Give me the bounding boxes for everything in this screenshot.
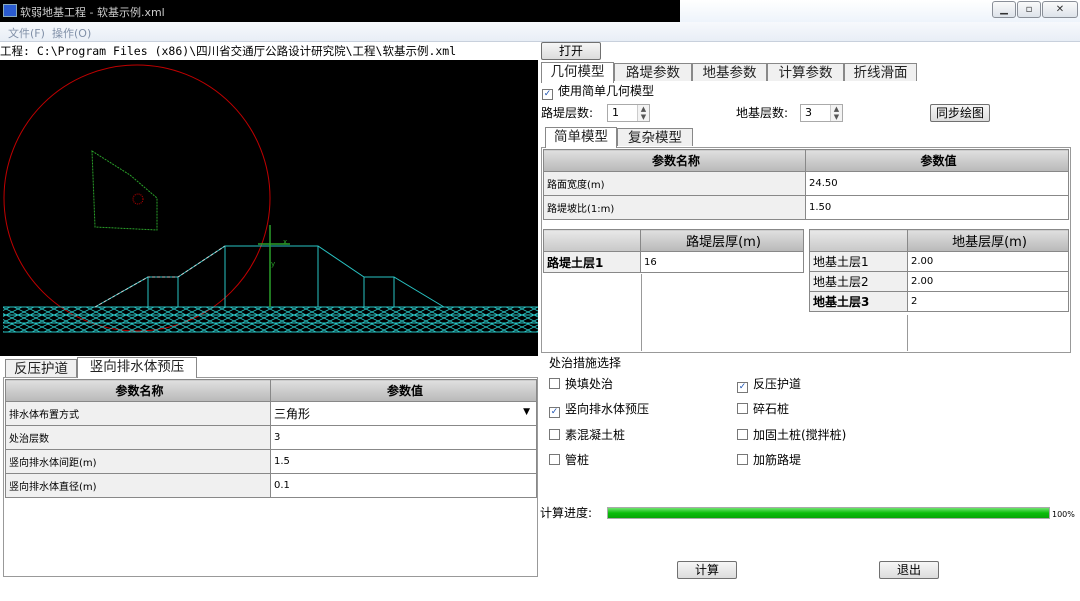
checkbox-checked-icon: ✓ xyxy=(542,89,553,100)
tab-embankment[interactable]: 路堤参数 xyxy=(614,63,692,81)
measure-checkbox-7[interactable]: 加筋路堤 xyxy=(737,453,801,467)
table-row: 地基土层3 2 xyxy=(809,291,1069,312)
title-bar: 软弱地基工程 - 软基示例.xml xyxy=(0,0,680,22)
spinner-arrows-icon[interactable]: ▲ ▼ xyxy=(830,105,842,121)
table-row: 竖向排水体直径(m) 0.1 xyxy=(5,473,537,498)
window-title: 软弱地基工程 - 软基示例.xml xyxy=(20,6,165,19)
checkbox-icon xyxy=(549,378,560,389)
measures-title: 处治措施选择 xyxy=(549,356,622,370)
checkbox-checked-icon: ✓ xyxy=(549,407,560,418)
col-param-value: 参数值 xyxy=(805,149,1069,172)
foundation-layers-label: 地基层数: xyxy=(736,106,789,120)
table-row: 路堤土层1 16 xyxy=(543,251,804,273)
table-row: 地基土层2 2.00 xyxy=(809,271,1069,292)
tab-calc[interactable]: 计算参数 xyxy=(767,63,844,81)
measure-checkbox-2[interactable]: ✓ 竖向排水体预压 xyxy=(549,402,649,418)
table-row: 排水体布置方式 三角形 ▼ xyxy=(5,401,537,426)
measure-checkbox-0[interactable]: 换填处治 xyxy=(549,377,613,391)
drain-layout-select[interactable]: 三角形 ▼ xyxy=(270,401,537,426)
foundation-layer-header: 地基层厚(m) xyxy=(907,229,1069,252)
tab-foundation[interactable]: 地基参数 xyxy=(692,63,767,81)
tab-complex-model[interactable]: 复杂模型 xyxy=(617,128,693,146)
use-simple-model-checkbox[interactable]: ✓ 使用简单几何模型 xyxy=(542,84,654,100)
menu-operate[interactable]: 操作(O) xyxy=(52,25,91,41)
table-row: 处治层数 3 xyxy=(5,425,537,450)
chevron-down-icon[interactable]: ▼ xyxy=(523,407,530,417)
tab-polyline[interactable]: 折线滑面 xyxy=(844,63,917,81)
foundation-layers xyxy=(3,307,538,332)
col-param-name: 参数名称 xyxy=(5,379,271,402)
progress-percent: 100% xyxy=(1052,510,1075,519)
embank-layers-label: 路堤层数: xyxy=(541,106,594,120)
foundation-layers-table: 地基层厚(m) 地基土层1 2.00 地基土层2 2.00 地基土层3 2 xyxy=(809,229,1069,312)
measure-checkbox-6[interactable]: 管桩 xyxy=(549,453,589,467)
checkbox-icon xyxy=(549,429,560,440)
checkbox-checked-icon: ✓ xyxy=(737,382,748,393)
table-row: 竖向排水体间距(m) 1.5 xyxy=(5,449,537,474)
geometry-canvas[interactable]: x y xyxy=(0,60,538,356)
spinner-arrows-icon[interactable]: ▲ ▼ xyxy=(637,105,649,121)
col-param-value: 参数值 xyxy=(270,379,537,402)
circle-center xyxy=(132,193,144,205)
maximize-button[interactable]: ▫ xyxy=(1017,1,1041,18)
table-row: 路堤坡比(1:m) 1.50 xyxy=(543,195,1069,220)
embank-layers-spinner[interactable]: 1 ▲ ▼ xyxy=(607,104,650,122)
simple-params-table: 参数名称 参数值 路面宽度(m) 24.50 路堤坡比(1:m) 1.50 xyxy=(543,149,1069,220)
y-axis-label: y xyxy=(271,260,275,268)
app-icon xyxy=(3,4,17,17)
open-button[interactable]: 打开 xyxy=(541,42,601,60)
menu-bar: 文件(F) 操作(O) xyxy=(0,22,1080,42)
geometry-drawing: x y xyxy=(3,64,538,333)
table-row: 地基土层1 2.00 xyxy=(809,251,1069,272)
col-param-name: 参数名称 xyxy=(543,149,806,172)
progress-fill xyxy=(608,508,1049,518)
tab-counter-pressure[interactable]: 反压护道 xyxy=(5,359,77,377)
measure-checkbox-3[interactable]: 碎石桩 xyxy=(737,402,789,416)
measure-checkbox-1[interactable]: ✓ 反压护道 xyxy=(737,377,801,393)
x-axis-label: x xyxy=(283,238,287,246)
table-row: 路面宽度(m) 24.50 xyxy=(543,171,1069,196)
progress-bar xyxy=(607,507,1050,519)
sync-draw-button[interactable]: 同步绘图 xyxy=(930,104,990,122)
minimize-button[interactable]: ▁ xyxy=(992,1,1016,18)
measure-checkbox-5[interactable]: 加固土桩(搅拌桩) xyxy=(737,428,846,442)
close-button[interactable]: ✕ xyxy=(1042,1,1078,18)
compute-button[interactable]: 计算 xyxy=(677,561,737,579)
exit-button[interactable]: 退出 xyxy=(879,561,939,579)
progress-label: 计算进度: xyxy=(540,506,593,520)
measure-checkbox-4[interactable]: 素混凝土桩 xyxy=(549,428,625,442)
embank-layer-header: 路堤层厚(m) xyxy=(640,229,804,252)
tab-simple-model[interactable]: 简单模型 xyxy=(545,127,617,148)
tab-geometry[interactable]: 几何模型 xyxy=(541,62,614,83)
checkbox-icon xyxy=(737,403,748,414)
checkbox-icon xyxy=(549,454,560,465)
menu-file[interactable]: 文件(F) xyxy=(8,25,45,41)
project-path-value: C:\Program Files (x86)\四川省交通厅公路设计研究院\工程\… xyxy=(36,44,457,58)
project-label: 工程: xyxy=(0,44,30,58)
project-path-row: 工程: C:\Program Files (x86)\四川省交通厅公路设计研究院… xyxy=(0,42,538,60)
tab-vertical-drain[interactable]: 竖向排水体预压 xyxy=(77,357,197,378)
embank-layers-table: 路堤层厚(m) 路堤土层1 16 xyxy=(543,229,804,273)
title-bar-controls: ▁ ▫ ✕ xyxy=(680,0,1080,22)
slip-circle xyxy=(3,64,271,332)
checkbox-icon xyxy=(737,429,748,440)
foundation-layers-spinner[interactable]: 3 ▲ ▼ xyxy=(800,104,843,122)
checkbox-icon xyxy=(737,454,748,465)
drain-params-table: 参数名称 参数值 排水体布置方式 三角形 ▼ 处治层数 3 竖向排水体间距(m) 1.5 … xyxy=(5,379,537,498)
sliding-slice xyxy=(91,150,158,231)
